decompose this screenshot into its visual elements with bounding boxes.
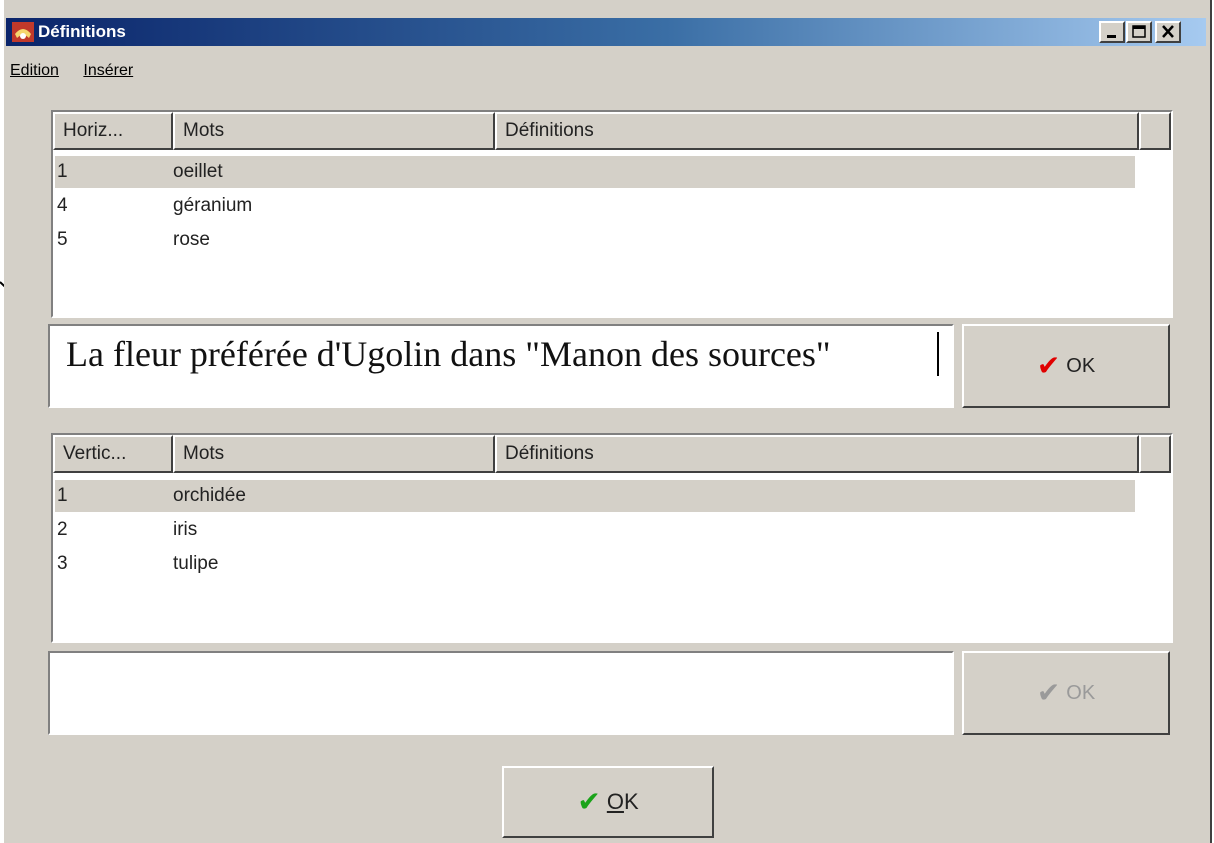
app-logo-icon <box>12 22 34 42</box>
table-row[interactable]: 2 iris <box>55 514 1135 546</box>
table-row[interactable]: 1 oeillet <box>55 156 1135 188</box>
checkmark-icon: ✔ <box>1036 350 1061 381</box>
list-header: Vertic... Mots Définitions <box>53 435 1171 473</box>
table-row[interactable]: 5 rose <box>55 224 1135 256</box>
minimize-button[interactable] <box>1099 21 1125 43</box>
column-mots[interactable]: Mots <box>173 435 495 473</box>
column-spare <box>1139 435 1171 473</box>
table-row[interactable]: 4 géranium <box>55 190 1135 222</box>
horizontal-words-list[interactable]: Horiz... Mots Définitions 1 oeillet 4 gé… <box>51 110 1173 318</box>
window-title: Définitions <box>38 22 126 41</box>
text-caret <box>937 332 939 376</box>
ok-button-horizontal[interactable]: ✔ OK <box>962 324 1170 408</box>
table-row[interactable]: 3 tulipe <box>55 548 1135 580</box>
vertical-words-list[interactable]: Vertic... Mots Définitions 1 orchidée 2 … <box>51 433 1173 643</box>
list-header: Horiz... Mots Définitions <box>53 112 1171 150</box>
menu-inserer[interactable]: Insérer <box>83 62 133 79</box>
column-spare <box>1139 112 1171 150</box>
table-row[interactable]: 1 orchidée <box>55 480 1135 512</box>
checkmark-icon: ✔ <box>1036 677 1061 708</box>
main-ok-button[interactable]: ✔ OK <box>502 766 714 838</box>
column-mots[interactable]: Mots <box>173 112 495 150</box>
menu-bar: Edition Insérer <box>6 58 149 84</box>
column-definitions[interactable]: Définitions <box>495 435 1139 473</box>
definition-input-value: La fleur préférée d'Ugolin dans "Manon d… <box>66 334 831 374</box>
title-bar[interactable] <box>6 18 1206 46</box>
close-button[interactable] <box>1155 21 1181 43</box>
maximize-button[interactable] <box>1126 21 1152 43</box>
minimize-icon <box>1107 35 1116 38</box>
definition-input-vertical[interactable] <box>48 651 954 735</box>
ok-button-vertical[interactable]: ✔ OK <box>962 651 1170 735</box>
maximize-icon <box>1132 25 1146 38</box>
menu-edition[interactable]: Edition <box>10 62 59 79</box>
column-vertical[interactable]: Vertic... <box>53 435 173 473</box>
checkmark-icon: ✔ <box>577 786 601 817</box>
close-icon <box>1162 25 1174 38</box>
column-horizontal[interactable]: Horiz... <box>53 112 173 150</box>
column-definitions[interactable]: Définitions <box>495 112 1139 150</box>
